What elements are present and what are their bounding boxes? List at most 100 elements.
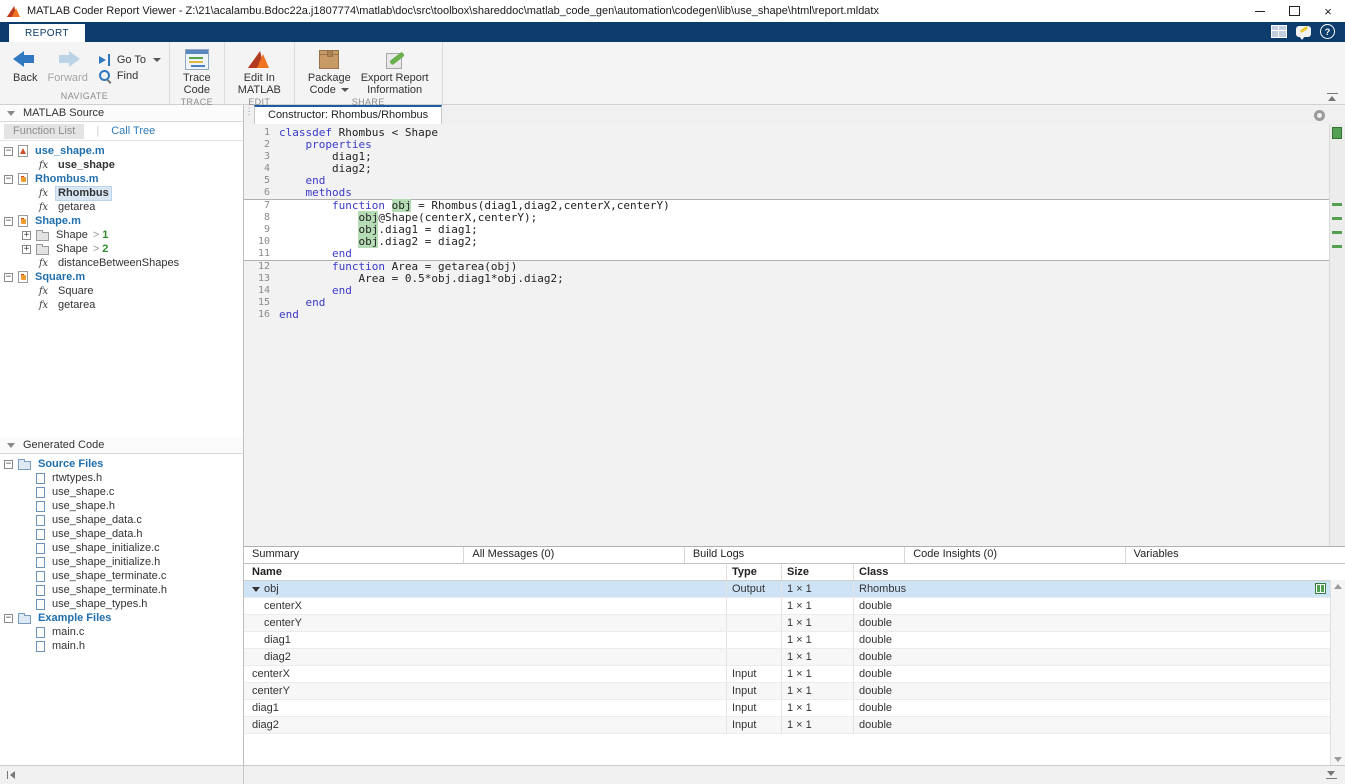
file-icon [36,641,45,652]
collapse-ribbon-icon[interactable] [1327,93,1338,101]
tree-item[interactable]: rtwtypes.h [0,471,243,485]
tree-item[interactable]: fxgetarea [0,200,243,214]
column-header-size[interactable]: Size [781,564,853,580]
tree-item[interactable]: use_shape_initialize.h [0,555,243,569]
expand-box-icon[interactable]: + [22,245,31,254]
column-header-class[interactable]: Class [853,564,1331,580]
tree-item[interactable]: use_shape_terminate.c [0,569,243,583]
expand-panel-icon[interactable] [1326,771,1337,779]
code-annotation-bar[interactable] [1329,124,1345,546]
export-report-button[interactable]: Export Report Information [361,46,429,96]
tree-item[interactable]: fxRhombus [0,186,243,200]
splitter-handle[interactable]: ⋮ [244,107,254,116]
tree-item[interactable]: +Shape>1 [0,228,243,242]
scroll-up-icon[interactable] [1334,584,1342,589]
help-icon[interactable]: ? [1320,24,1335,39]
column-header-name[interactable]: Name [244,566,726,578]
layout-icon[interactable] [1271,25,1287,38]
tree-item[interactable]: use_shape.h [0,499,243,513]
tree-item-label: use_shape [56,159,117,172]
expand-box-icon[interactable]: + [22,231,31,240]
scroll-down-icon[interactable] [1334,757,1342,762]
fx-icon: fx [36,258,51,269]
package-code-button[interactable]: Package Code [308,46,351,96]
tree-item[interactable]: −Rhombus.m [0,172,243,186]
folder-blue-icon [18,461,31,470]
collapse-box-icon[interactable]: − [4,217,13,226]
table-row[interactable]: diag11 × 1double [244,632,1331,649]
tab-report[interactable]: REPORT [9,24,85,42]
goto-button[interactable]: Go To [99,54,161,66]
tab-code-insights[interactable]: Code Insights (0) [905,547,1125,563]
tree-item[interactable]: −use_shape.m [0,144,243,158]
scroll-left-icon[interactable] [7,771,17,779]
tab-variables[interactable]: Variables [1126,547,1345,563]
tree-item[interactable]: use_shape_types.h [0,597,243,611]
tree-item[interactable]: −Example Files [0,611,243,625]
tree-item[interactable]: use_shape.c [0,485,243,499]
collapse-box-icon[interactable]: − [4,175,13,184]
cell-type: Input [726,683,781,699]
collapse-box-icon[interactable]: − [4,147,13,156]
feedback-icon[interactable] [1296,26,1311,37]
tree-item[interactable]: fxSquare [0,284,243,298]
table-row[interactable]: centerY1 × 1double [244,615,1331,632]
collapse-box-icon[interactable]: − [4,460,13,469]
table-row[interactable]: centerYInput1 × 1double [244,683,1331,700]
file-icon [36,571,45,582]
highlight-marker [1332,231,1342,234]
table-row[interactable]: centerX1 × 1double [244,598,1331,615]
cell-name: centerX [244,668,726,680]
close-button[interactable]: × [1311,0,1345,22]
tab-build-logs[interactable]: Build Logs [685,547,905,563]
tree-item[interactable]: main.c [0,625,243,639]
tree-item-label: Source Files [36,458,105,471]
table-row[interactable]: objOutput1 × 1Rhombus [244,581,1331,598]
tree-item[interactable]: −Shape.m [0,214,243,228]
table-row[interactable]: centerXInput1 × 1double [244,666,1331,683]
collapse-box-icon[interactable]: − [4,614,13,623]
tab-function-list[interactable]: Function List [4,124,84,139]
matlab-source-header[interactable]: MATLAB Source [0,105,243,122]
cell-name: centerY [244,685,726,697]
collapse-row-icon[interactable] [252,587,260,592]
tab-all-messages[interactable]: All Messages (0) [464,547,684,563]
variable-preview-icon[interactable] [1315,583,1326,594]
tree-item[interactable]: use_shape_initialize.c [0,541,243,555]
tree-item[interactable]: use_shape_data.c [0,513,243,527]
forward-button[interactable]: Forward [47,46,87,90]
tree-item[interactable]: use_shape_data.h [0,527,243,541]
tree-item[interactable]: −Square.m [0,270,243,284]
table-row[interactable]: diag21 × 1double [244,649,1331,666]
tree-item[interactable]: +Shape>2 [0,242,243,256]
tree-item[interactable]: fxdistanceBetweenShapes [0,256,243,270]
code-tab-constructor[interactable]: Constructor: Rhombus/Rhombus [254,105,442,124]
back-button[interactable]: Back [13,46,37,90]
code-viewer[interactable]: 1classdef Rhombus < Shape2 properties3 d… [244,124,1345,546]
tree-item[interactable]: fxgetarea [0,298,243,312]
maximize-button[interactable] [1277,0,1311,22]
gear-icon[interactable] [1314,110,1325,121]
line-number: 1 [244,127,279,139]
title-bar: MATLAB Coder Report Viewer - Z:\21\acala… [0,0,1345,22]
collapse-box-icon[interactable]: − [4,273,13,282]
find-button[interactable]: Find [99,70,161,83]
edit-in-matlab-button[interactable]: Edit In MATLAB [238,46,281,96]
table-scrollbar[interactable] [1330,580,1345,766]
tab-summary[interactable]: Summary [244,547,464,563]
table-row[interactable]: diag1Input1 × 1double [244,700,1331,717]
line-number: 15 [244,297,279,309]
cell-class: double [853,649,1331,665]
tree-item[interactable]: main.h [0,639,243,653]
column-header-type[interactable]: Type [726,564,781,580]
generated-code-header[interactable]: Generated Code [0,437,243,454]
ribbon-group-navigate: Back Forward Go To Find NAVIGATE [0,42,170,104]
tree-item-label: Shape [54,229,90,242]
tab-call-tree[interactable]: Call Tree [111,125,155,137]
tree-item[interactable]: use_shape_terminate.h [0,583,243,597]
trace-code-button[interactable]: Trace Code [183,46,211,96]
table-row[interactable]: diag2Input1 × 1double [244,717,1331,734]
tree-item[interactable]: − Source Files [0,457,243,471]
minimize-button[interactable] [1243,0,1277,22]
tree-item[interactable]: fxuse_shape [0,158,243,172]
